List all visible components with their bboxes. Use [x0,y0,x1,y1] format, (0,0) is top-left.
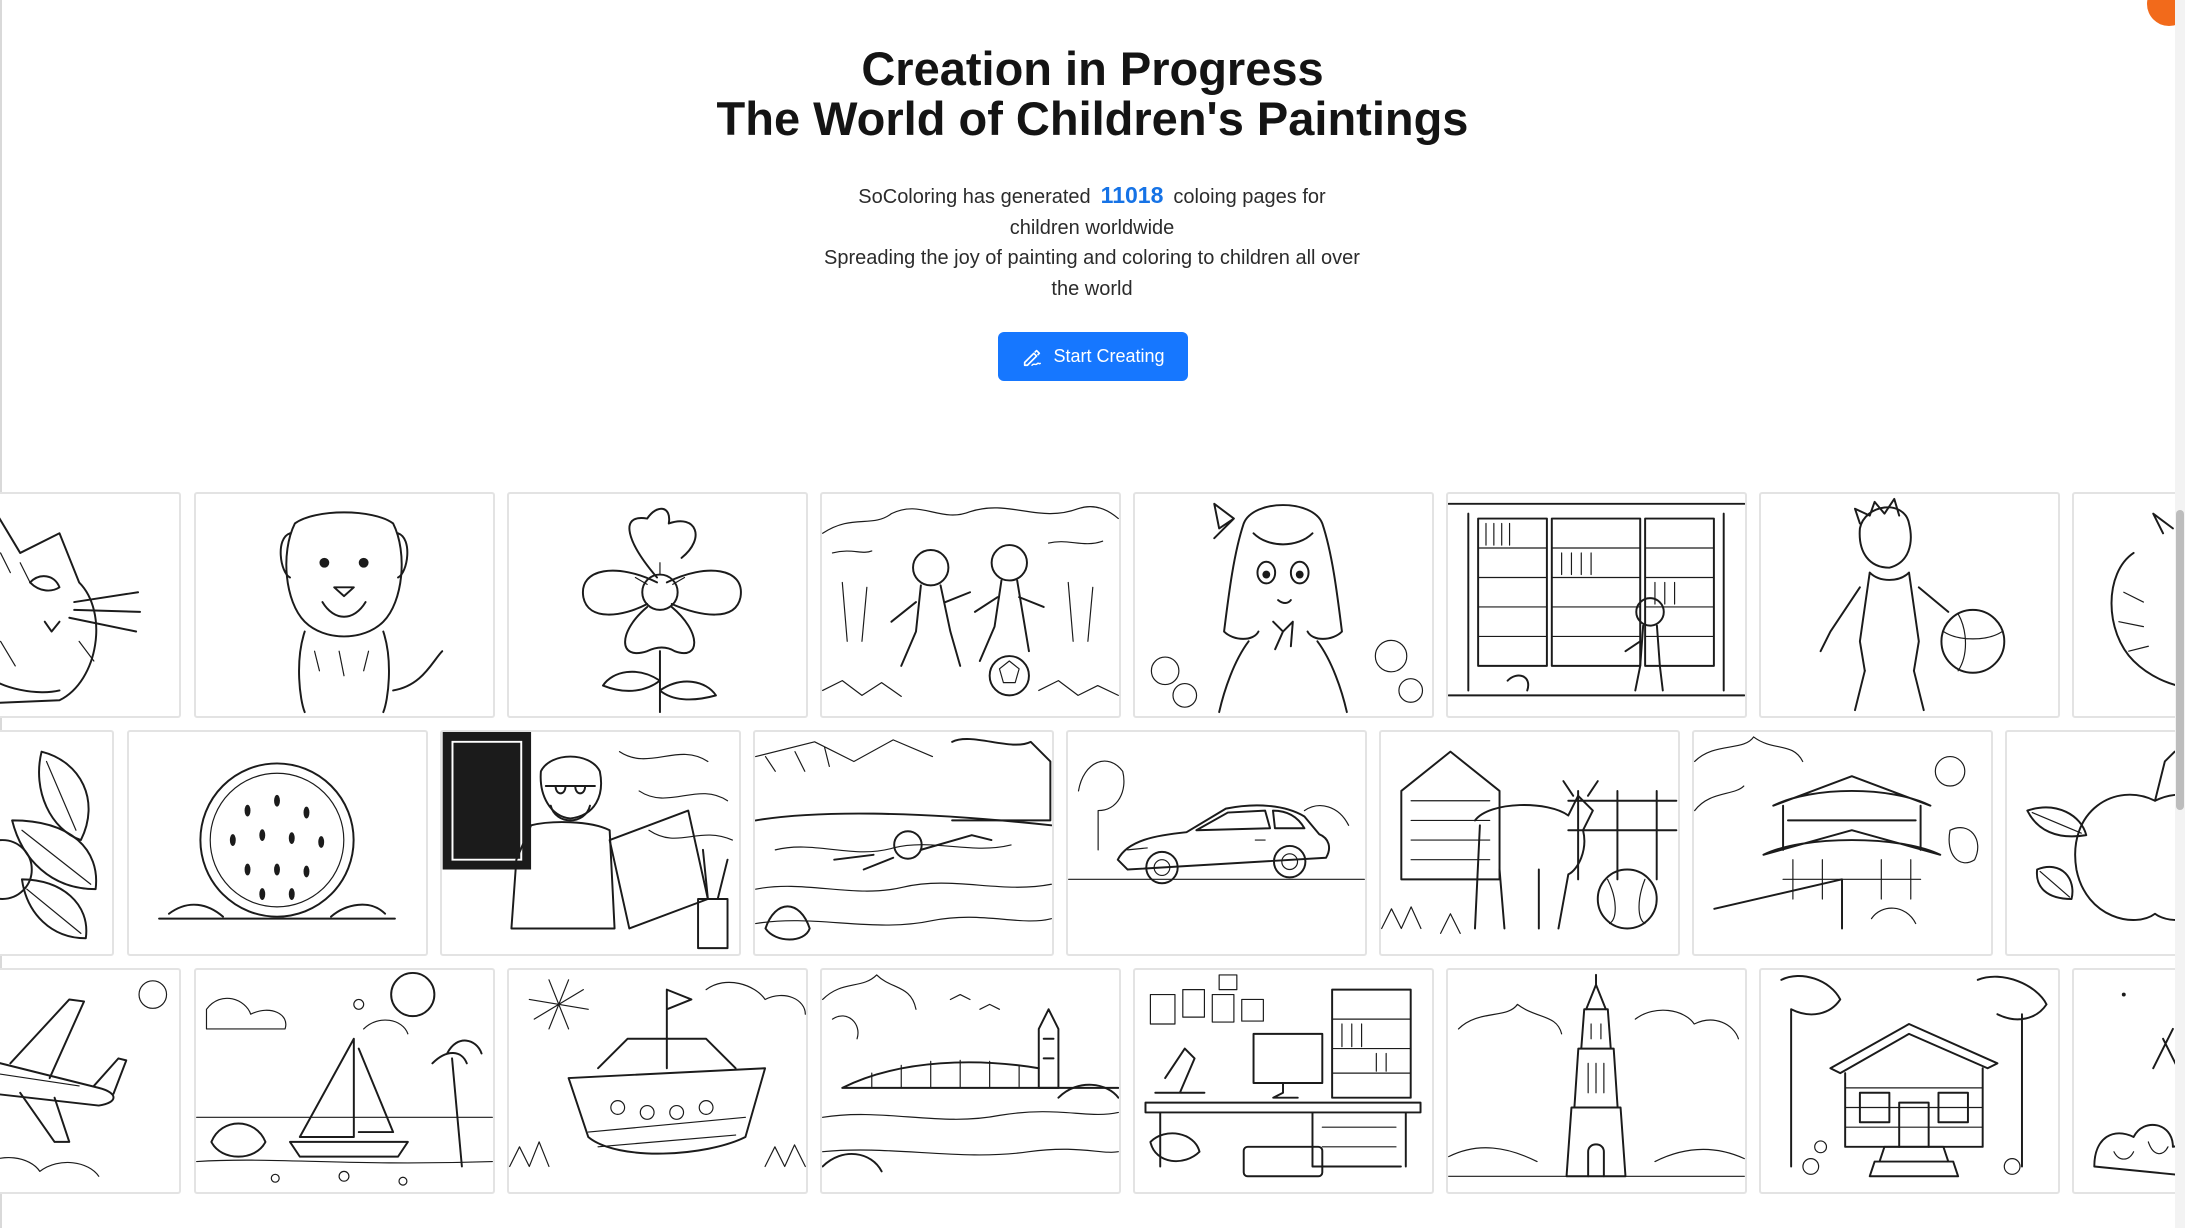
shipwreck-illustration [509,979,806,1168]
gallery-card-house[interactable] [1759,968,2060,1194]
leaves-illustration [0,750,98,940]
pavilion-illustration [1694,736,1979,930]
plant-partial-illustration [2093,992,2185,1177]
car-illustration [1068,760,1365,885]
flower-illustration [582,507,742,714]
gallery-card-bridge[interactable] [820,968,1121,1194]
library-illustration [1448,502,1745,697]
cow-illustration [1381,750,1678,934]
kids-soccer-illustration [822,506,1119,697]
gallery-card-man-laptop[interactable] [440,730,741,956]
gallery-card-flower[interactable] [507,492,808,718]
gallery-card-swimming[interactable] [753,730,1054,956]
gallery-card-sailboat[interactable] [194,968,495,1194]
apple-illustration [2026,750,2185,921]
gallery-card-apple[interactable] [2005,730,2185,956]
vertical-scrollbar[interactable] [2175,0,2185,1228]
gallery-card-watermelon[interactable] [127,730,428,956]
gallery-card-plant-partial[interactable] [2072,968,2185,1194]
sailboat-illustration [196,971,493,1186]
gallery-card-tower[interactable] [1446,968,1747,1194]
bridge-illustration [822,974,1119,1173]
cat-partial-illustration [2110,512,2185,689]
gallery-card-cat[interactable] [0,492,181,718]
gallery-card-dog[interactable] [194,492,495,718]
gallery-card-desk[interactable] [1133,968,1434,1194]
tower-illustration [1448,973,1745,1178]
gallery-card-cow[interactable] [1379,730,1680,956]
gallery-card-pavilion[interactable] [1692,730,1993,956]
coloring-gallery [0,0,2185,1228]
gallery-card-cat-partial[interactable] [2072,492,2185,718]
gallery-card-boy-ball[interactable] [1759,492,2060,718]
page: Creation in Progress The World of Childr… [0,0,2185,1228]
gallery-card-shipwreck[interactable] [507,968,808,1194]
watermelon-illustration [158,762,396,920]
gallery-card-car[interactable] [1066,730,1367,956]
gallery-card-kids-soccer[interactable] [820,492,1121,718]
gallery-card-anime-girl[interactable] [1133,492,1434,718]
man-laptop-illustration [442,732,734,950]
anime-girl-illustration [1150,502,1424,714]
house-illustration [1780,975,2048,1178]
swimming-illustration [755,738,1052,941]
scrollbar-thumb[interactable] [2176,510,2184,810]
desk-illustration [1144,974,1422,1178]
gallery-card-airplane[interactable] [0,968,181,1194]
cat-illustration [0,517,142,704]
dog-illustration [279,511,444,714]
gallery-card-library[interactable] [1446,492,1747,718]
boy-ball-illustration [1819,497,2006,712]
airplane-illustration [0,980,168,1177]
gallery-card-leaves[interactable] [0,730,114,956]
